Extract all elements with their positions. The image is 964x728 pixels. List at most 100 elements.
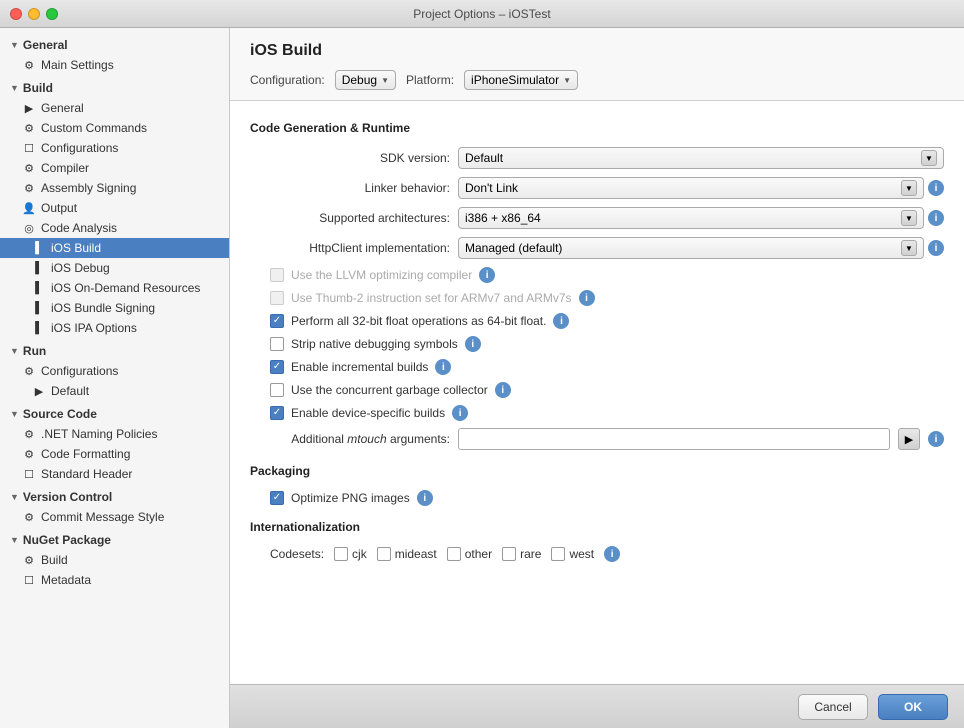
info-icon[interactable]: i [553,313,569,329]
mideast-label: mideast [395,547,437,561]
info-icon[interactable]: i [928,180,944,196]
sidebar-item-naming-policies[interactable]: ⚙ .NET Naming Policies [0,424,229,444]
page-icon: ▌ [32,281,46,295]
sidebar-item-ios-build[interactable]: ▌ iOS Build [0,238,229,258]
httpclient-select[interactable]: Managed (default) ▼ [458,237,924,259]
minimize-button[interactable] [28,8,40,20]
linker-behavior-select[interactable]: Don't Link ▼ [458,177,924,199]
info-icon[interactable]: i [465,336,481,352]
mideast-checkbox[interactable] [377,547,391,561]
info-icon[interactable]: i [579,290,595,306]
sidebar-item-ios-debug[interactable]: ▌ iOS Debug [0,258,229,278]
sidebar-section-build[interactable]: ▼ Build [0,75,229,98]
other-checkbox[interactable] [447,547,461,561]
incremental-label: Enable incremental builds [291,360,428,374]
gc-label: Use the concurrent garbage collector [291,383,488,397]
sidebar-item-code-analysis[interactable]: ◎ Code Analysis [0,218,229,238]
page-title: iOS Build [250,42,944,60]
sidebar-item-run-default[interactable]: ▶ Default [0,381,229,401]
ok-button[interactable]: OK [878,694,948,720]
sidebar-section-general[interactable]: ▼ General [0,32,229,55]
chevron-down-icon: ▼ [901,210,917,226]
info-icon[interactable]: i [495,382,511,398]
gc-checkbox[interactable] [270,383,284,397]
sidebar-item-ios-on-demand[interactable]: ▌ iOS On-Demand Resources [0,278,229,298]
rare-checkbox[interactable] [502,547,516,561]
list-icon: ☐ [22,573,36,587]
close-button[interactable] [10,8,22,20]
codesets-label-text: Codesets: [270,547,324,561]
sdk-version-select[interactable]: Default ▼ [458,147,944,169]
info-icon[interactable]: i [604,546,620,562]
sidebar-item-nuget-metadata[interactable]: ☐ Metadata [0,570,229,590]
sidebar-item-configurations[interactable]: ☐ Configurations [0,138,229,158]
gear-icon: ⚙ [22,58,36,72]
info-icon[interactable]: i [928,210,944,226]
linker-behavior-control: Don't Link ▼ i [458,177,944,199]
config-row: Configuration: Debug ▼ Platform: iPhoneS… [250,70,944,90]
info-icon[interactable]: i [452,405,468,421]
strip-debug-checkbox[interactable] [270,337,284,351]
maximize-button[interactable] [46,8,58,20]
architectures-select[interactable]: i386 + x86_64 ▼ [458,207,924,229]
info-icon[interactable]: i [928,240,944,256]
info-icon[interactable]: i [435,359,451,375]
sidebar-item-standard-header[interactable]: ☐ Standard Header [0,464,229,484]
arrow-icon: ▶ [32,384,46,398]
codesets-row: Codesets: cjk mideast other [270,546,944,562]
sidebar-item-commit-message[interactable]: ⚙ Commit Message Style [0,507,229,527]
west-checkbox[interactable] [551,547,565,561]
float32-checkbox-row: Perform all 32-bit float operations as 6… [270,313,944,329]
sidebar-item-nuget-build[interactable]: ⚙ Build [0,550,229,570]
chevron-down-icon: ▼ [381,76,389,85]
sidebar-section-source-code[interactable]: ▼ Source Code [0,401,229,424]
httpclient-row: HttpClient implementation: Managed (defa… [250,237,944,259]
configuration-select[interactable]: Debug ▼ [335,70,396,90]
sidebar-item-output[interactable]: 👤 Output [0,198,229,218]
platform-select[interactable]: iPhoneSimulator ▼ [464,70,578,90]
strip-debug-checkbox-row: Strip native debugging symbols i [270,336,944,352]
incremental-checkbox-row: Enable incremental builds i [270,359,944,375]
cjk-checkbox[interactable] [334,547,348,561]
sdk-version-control: Default ▼ [458,147,944,169]
platform-label: Platform: [406,73,454,87]
window-controls [10,8,58,20]
mtouch-input[interactable] [458,428,890,450]
sidebar-item-custom-commands[interactable]: ⚙ Custom Commands [0,118,229,138]
thumb2-checkbox-row: Use Thumb-2 instruction set for ARMv7 an… [270,290,944,306]
thumb2-checkbox[interactable] [270,291,284,305]
list-icon: ☐ [22,467,36,481]
sidebar-item-run-configurations[interactable]: ⚙ Configurations [0,361,229,381]
info-icon[interactable]: i [928,431,944,447]
sidebar-section-run[interactable]: ▼ Run [0,338,229,361]
page-icon: ▌ [32,241,46,255]
incremental-checkbox[interactable] [270,360,284,374]
httpclient-control: Managed (default) ▼ i [458,237,944,259]
sidebar-item-main-settings[interactable]: ⚙ Main Settings [0,55,229,75]
sidebar-item-build-general[interactable]: ▶ General [0,98,229,118]
sidebar-item-ios-bundle-signing[interactable]: ▌ iOS Bundle Signing [0,298,229,318]
info-icon[interactable]: i [417,490,433,506]
info-icon[interactable]: i [479,267,495,283]
gear-icon: ⚙ [22,447,36,461]
sidebar-item-assembly-signing[interactable]: ⚙ Assembly Signing [0,178,229,198]
packaging-section-title: Packaging [250,464,944,478]
cancel-button[interactable]: Cancel [798,694,868,720]
cjk-item: cjk [334,547,367,561]
float32-label: Perform all 32-bit float operations as 6… [291,314,546,328]
device-specific-checkbox[interactable] [270,406,284,420]
sidebar-item-compiler[interactable]: ⚙ Compiler [0,158,229,178]
png-optimize-checkbox[interactable] [270,491,284,505]
mideast-item: mideast [377,547,437,561]
device-specific-label: Enable device-specific builds [291,406,445,420]
sidebar-item-code-formatting[interactable]: ⚙ Code Formatting [0,444,229,464]
gear-icon: ⚙ [22,161,36,175]
sidebar-section-nuget[interactable]: ▼ NuGet Package [0,527,229,550]
sidebar-item-ios-ipa-options[interactable]: ▌ iOS IPA Options [0,318,229,338]
sdk-version-label: SDK version: [250,151,450,165]
mtouch-expand-button[interactable]: ▶ [898,428,920,450]
llvm-checkbox[interactable] [270,268,284,282]
content-body: Code Generation & Runtime SDK version: D… [230,101,964,684]
float32-checkbox[interactable] [270,314,284,328]
sidebar-section-version-control[interactable]: ▼ Version Control [0,484,229,507]
